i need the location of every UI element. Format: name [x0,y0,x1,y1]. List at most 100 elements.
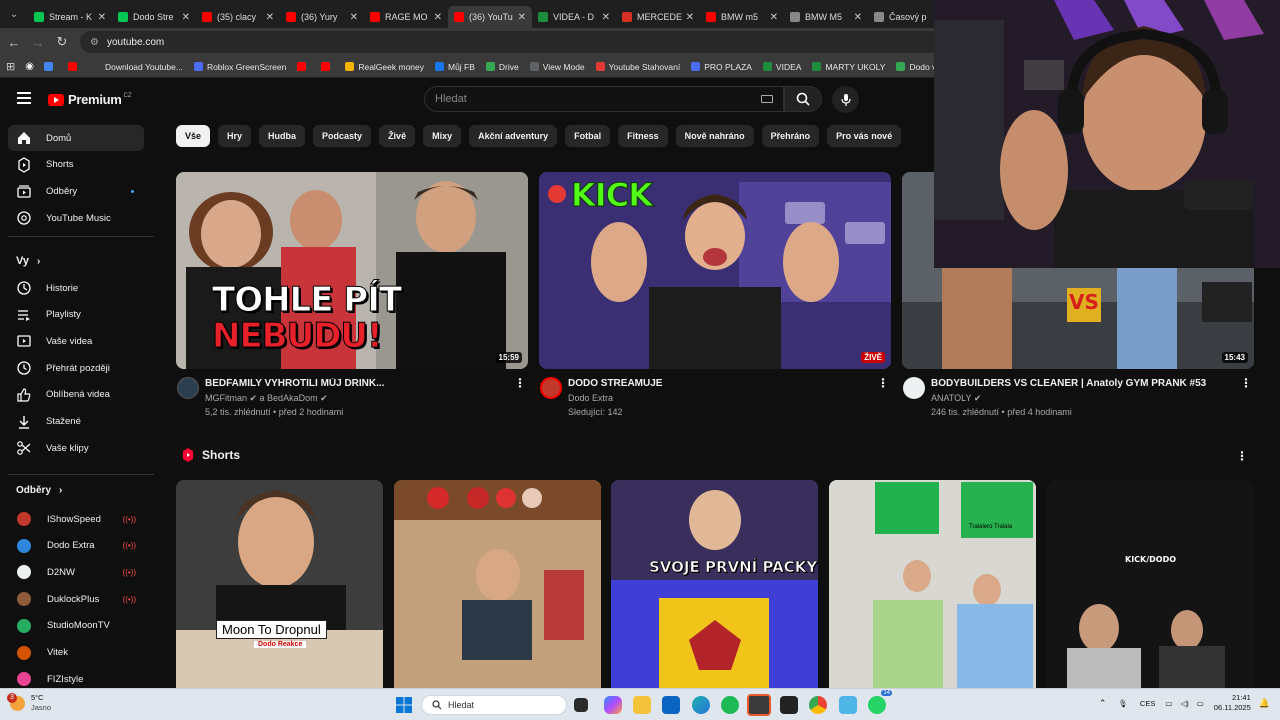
video-card[interactable]: TOHLE PÍT NEBUDU! 15:59 BEDFAMILY VYHROT… [176,172,528,421]
site-settings-icon[interactable]: ⚙ [90,37,99,48]
app-icon[interactable] [839,696,857,714]
filter-chip[interactable]: Fotbal [565,125,611,147]
close-tab-icon[interactable]: ✕ [98,12,106,23]
browser-tab[interactable]: (35) clacy ✕ [196,6,280,28]
chrome-bookmark-icon[interactable]: ◉ [25,61,34,72]
subscriptions-section-header[interactable]: Odběry › [16,485,62,496]
close-tab-icon[interactable]: ✕ [854,12,862,23]
close-tab-icon[interactable]: ✕ [266,12,274,23]
apps-icon[interactable]: ⊞ [6,60,15,73]
more-actions-icon[interactable]: ⋮ [877,377,889,389]
weather-widget[interactable]: 3 5°C Jasno [7,692,51,713]
taskbar-search[interactable]: Hledat [421,695,567,715]
short-card[interactable]: Tralalero Tralala [829,480,1036,688]
browser-tab[interactable]: VIDEA - D ✕ [532,6,616,28]
bookmark-item[interactable]: Download Youtube... [91,62,183,72]
sidebar-item[interactable]: IShowSpeed ((•)) [8,506,144,532]
forward-button[interactable]: → [26,35,50,50]
clock[interactable]: 21:41 06.11.2025 [1214,693,1251,713]
filter-chip[interactable]: Akční adventury [469,125,558,147]
youtube-premium-logo[interactable]: Premium CZ [48,92,132,107]
bookmark-item[interactable]: Můj FB [435,62,475,72]
network-icon[interactable]: ▭ [1165,699,1172,708]
video-thumbnail[interactable]: KICK ŽIVĚ [539,172,891,369]
copilot-icon[interactable] [604,696,622,714]
voice-search-button[interactable] [832,86,859,113]
sidebar-item[interactable]: Stažené [8,409,144,435]
sidebar-item[interactable]: D2NW ((•)) [8,559,144,585]
filter-chip[interactable]: Hudba [259,125,306,147]
reload-button[interactable]: ↻ [50,34,74,50]
browser-tab[interactable]: (36) YouTu ✕ [448,6,532,28]
browser-tab[interactable]: BMW M5 ✕ [784,6,868,28]
bookmark-item[interactable] [321,62,334,71]
close-tab-icon[interactable]: ✕ [686,12,694,23]
notifications-icon[interactable]: 🔔 [1259,698,1270,709]
shorts-more-icon[interactable]: ⋮ [1236,449,1248,463]
sidebar-item[interactable]: StudioMoonTV [8,613,144,639]
tab-search-button[interactable]: ⌄ [0,0,28,28]
sidebar-item[interactable]: Shorts [8,152,144,178]
bookmark-item[interactable]: MARTY UKOLY [812,62,885,72]
outlook-icon[interactable] [662,696,680,714]
sidebar-item[interactable]: Dodo Extra ((•)) [8,533,144,559]
filter-chip[interactable]: Mixy [423,125,462,147]
more-actions-icon[interactable]: ⋮ [514,377,526,389]
sidebar-item[interactable]: Vaše klipy [8,435,144,461]
bookmark-item[interactable]: PRO PLAZA [691,62,752,72]
video-title[interactable]: BODYBUILDERS VS CLEANER | Anatoly GYM PR… [931,378,1241,389]
search-button[interactable] [784,86,822,112]
keyboard-icon[interactable] [761,95,773,103]
task-view-icon[interactable] [574,698,588,712]
edge-icon[interactable] [692,696,710,714]
browser-tab[interactable]: RAGE MO ✕ [364,6,448,28]
microphone-tray-icon[interactable]: 🎙 [1118,699,1128,708]
menu-icon[interactable] [17,92,31,104]
you-section-header[interactable]: Vy › [16,255,40,267]
browser-tab[interactable]: BMW m5 ✕ [700,6,784,28]
channel-avatar[interactable] [177,377,199,399]
sidebar-item[interactable]: YouTube Music [8,205,144,231]
browser-tab[interactable]: Stream - K ✕ [28,6,112,28]
sidebar-item[interactable]: Přehrát později [8,355,144,381]
channel-name[interactable]: Dodo Extra [568,393,613,403]
bookmark-item[interactable]: RealGeek money [345,62,424,72]
bookmark-item[interactable]: Drive [485,62,519,72]
video-title[interactable]: DODO STREAMUJE [568,378,868,389]
browser-tab[interactable]: Dodo Stre ✕ [112,6,196,28]
filter-chip[interactable]: Fitness [618,125,668,147]
filter-chip[interactable]: Podcasty [313,125,372,147]
sidebar-item[interactable]: Domů [8,125,144,151]
language-indicator[interactable]: CES [1140,699,1155,708]
terminal-icon[interactable] [780,696,798,714]
search-input[interactable]: Hledat [424,86,784,112]
windows-start-icon[interactable] [396,697,412,713]
short-card[interactable] [394,480,601,688]
chrome-icon[interactable] [809,696,827,714]
spotify-icon[interactable] [721,696,739,714]
browser-tab[interactable]: (36) Yury ✕ [280,6,364,28]
bookmark-item[interactable] [43,62,57,71]
battery-icon[interactable]: ▭ [1197,699,1204,708]
sidebar-item[interactable]: Oblíbená videa [8,382,144,408]
sidebar-item[interactable]: Vitek [8,640,144,666]
bookmark-item[interactable]: Roblox GreenScreen [193,62,286,72]
sidebar-item[interactable]: Vaše videa [8,328,144,354]
more-actions-icon[interactable]: ⋮ [1240,377,1252,389]
short-card[interactable]: KICK/DODO [1047,480,1254,688]
close-tab-icon[interactable]: ✕ [434,12,442,23]
whatsapp-icon[interactable]: 14 [868,690,892,714]
close-tab-icon[interactable]: ✕ [602,12,610,23]
recording-app-icon[interactable] [747,694,771,716]
bookmark-item[interactable] [67,62,81,71]
filter-chip[interactable]: Přehráno [761,125,820,147]
bookmark-item[interactable]: VIDEA [762,62,801,72]
browser-tab[interactable]: MERCEDE ✕ [616,6,700,28]
channel-avatar[interactable] [903,377,925,399]
bookmark-item[interactable]: Youtube Stahovaní [595,62,680,72]
sidebar-item[interactable]: Playlisty [8,302,144,328]
bookmark-item[interactable] [297,62,310,71]
close-tab-icon[interactable]: ✕ [350,12,358,23]
back-button[interactable]: ← [2,35,26,50]
filter-chip[interactable]: Hry [218,125,252,147]
